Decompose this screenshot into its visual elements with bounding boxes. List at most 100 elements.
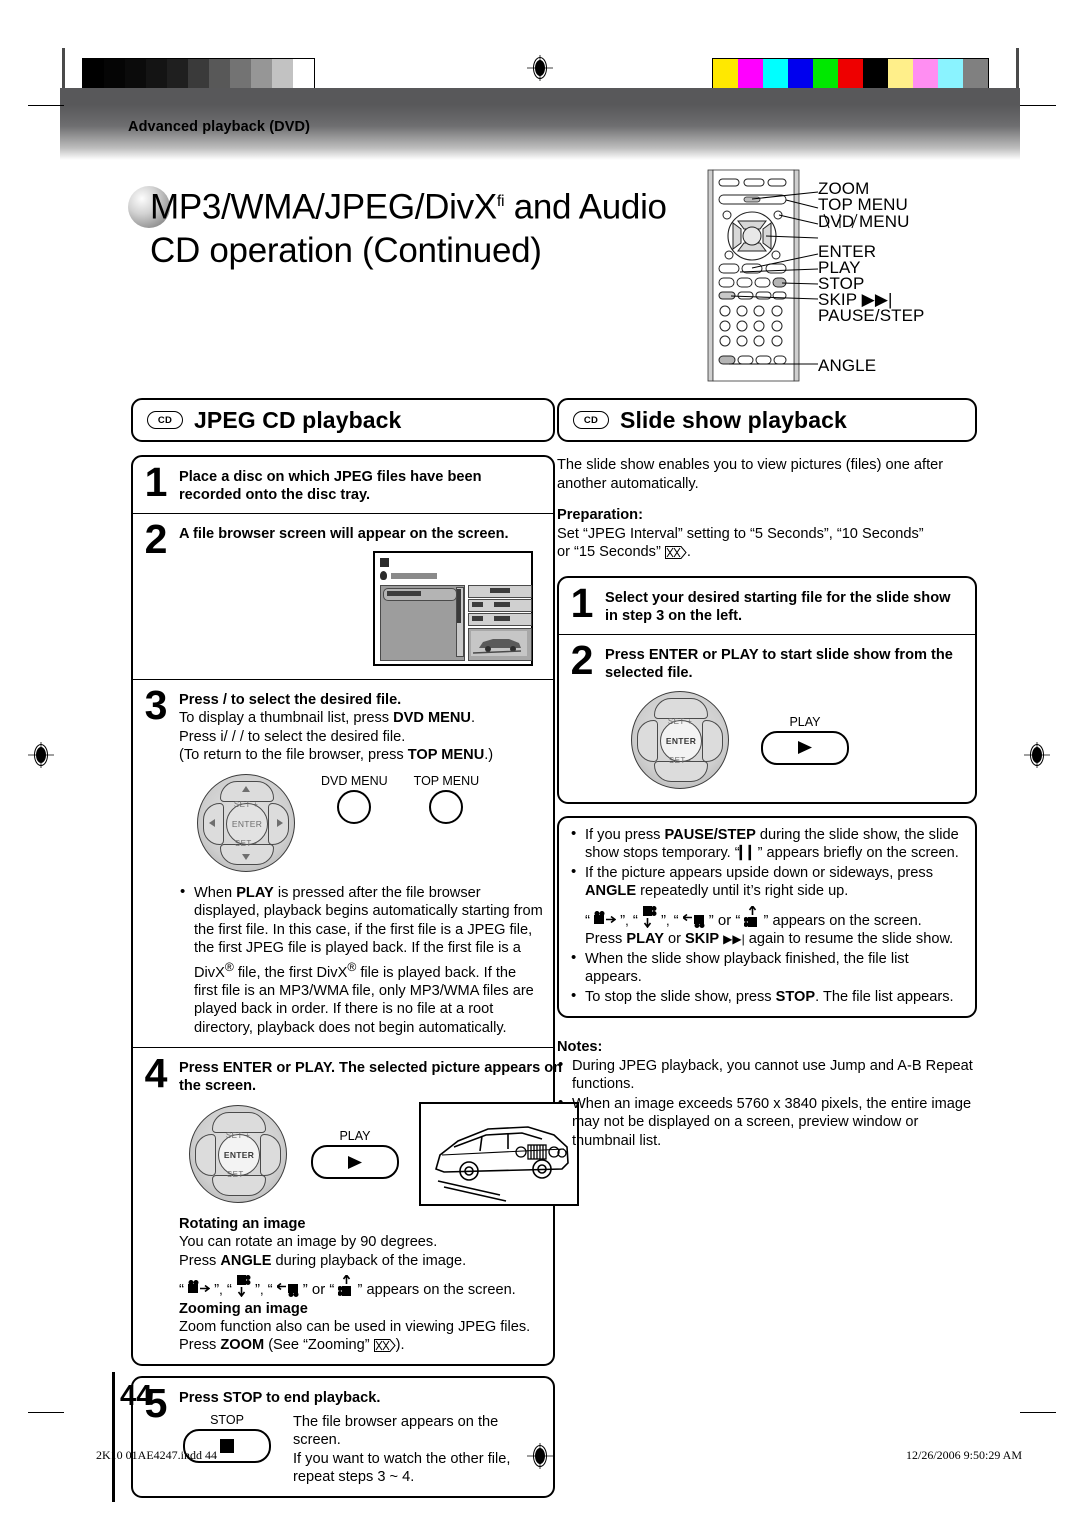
dpad-control-slide[interactable]: ENTER SET + SET - — [631, 690, 729, 789]
section-title-right: Slide show playback — [620, 406, 847, 433]
slide-step-1-text: Select your desired starting file for th… — [605, 589, 951, 624]
step-1-text: Place a disc on which JPEG files have be… — [179, 469, 482, 503]
notes-head: Notes: — [557, 1039, 603, 1055]
zooming-line-1: Zoom function also can be used in viewin… — [179, 1318, 531, 1335]
slide-step-2: 2 Press ENTER or PLAY to start slide sho… — [559, 635, 975, 802]
color-patch-1 — [738, 59, 763, 91]
step-1-number: 1 — [144, 459, 168, 505]
slide-bullet-1: If you press PAUSE/STEP during the slide… — [570, 825, 964, 863]
angle-left-icon — [276, 1283, 299, 1298]
stop-square-icon — [220, 1438, 234, 1453]
step-3: 3 Press / to select the desired file. To… — [133, 680, 553, 1049]
color-patch-0 — [713, 59, 738, 91]
dpad-control-step4[interactable]: ENTER SET + SET - — [189, 1105, 287, 1204]
footer-filename: 2K10 01AE4247.indd 44 — [96, 1448, 217, 1462]
page-ref-box-icon — [664, 546, 687, 559]
rotating-line-2: Press ANGLE during playback of the image… — [179, 1252, 467, 1269]
section-title-left: JPEG CD playback — [194, 406, 402, 433]
dpad-set-plus-label: SET + — [667, 716, 693, 726]
right-column: CD Slide show playback The slide show en… — [557, 398, 977, 1151]
section-header-slide-show-playback: CD Slide show playback — [557, 398, 977, 442]
step-2-number: 2 — [144, 516, 168, 562]
preparation-head: Preparation: — [557, 507, 643, 523]
page-ref-box-icon — [373, 1339, 396, 1353]
dvd-menu-button[interactable] — [337, 789, 372, 824]
step-3-line-3: (To return to the file browser, press TO… — [179, 747, 494, 763]
registration-mark-top — [527, 55, 553, 81]
dpad-set-minus-label: SET - — [668, 755, 692, 765]
gray-step-2 — [125, 59, 146, 91]
play-button-step4[interactable] — [311, 1145, 399, 1180]
step-5-text: Press STOP to end playback. — [179, 1389, 381, 1406]
page-number-rule — [112, 1372, 115, 1502]
slide-step-2-text: Press ENTER or PLAY to start slide show … — [605, 646, 953, 681]
note-2: When an image exceeds 5760 x 3840 pixels… — [557, 1094, 977, 1151]
remote-label-dvd-menu: DVD MENU — [818, 212, 910, 231]
steps-box-left: 1 Place a disc on which JPEG files have … — [131, 455, 579, 1366]
cd-badge-icon: CD — [147, 411, 183, 429]
grayscale-step-wedge — [82, 58, 315, 92]
dpad-control-step3[interactable]: ENTER SET + SET - — [197, 773, 295, 872]
color-patch-4 — [813, 59, 838, 91]
step-5: 5 Press STOP to end playback. STOP The f… — [133, 1378, 553, 1496]
remote-label-angle: ANGLE — [818, 356, 877, 375]
color-patch-bar — [712, 58, 989, 92]
step-4: 4 Press ENTER or PLAY. The selected pict… — [133, 1048, 579, 1364]
top-menu-button[interactable] — [429, 789, 464, 824]
page-number: 44 — [120, 1380, 153, 1412]
play-triangle-icon — [348, 1155, 362, 1169]
angle-right-icon — [594, 910, 617, 924]
slide-show-bullets-box: If you press PAUSE/STEP during the slide… — [557, 815, 977, 1018]
step-3-bullet-1: When PLAY is pressed after the file brow… — [179, 883, 543, 1038]
step-3-text: Press / to select the desired file. — [179, 692, 402, 708]
gray-step-3 — [146, 59, 167, 91]
car-photo-illustration — [419, 1102, 579, 1207]
gray-step-0 — [83, 59, 104, 91]
step-5-line-3: repeat steps 3 ~ 4. — [293, 1469, 415, 1486]
angle-up-icon — [744, 905, 758, 927]
angle-right-icon — [188, 1280, 211, 1294]
dpad-arrow-glyphs — [209, 785, 283, 860]
angle-up-icon — [338, 1275, 352, 1297]
color-patch-7 — [888, 59, 913, 91]
car-line-art — [424, 1107, 576, 1203]
gray-step-8 — [251, 59, 272, 91]
file-browser-screen-mock — [373, 551, 533, 666]
crop-line-br — [1020, 1412, 1056, 1413]
play-button-label-slide: PLAY — [789, 714, 821, 729]
gray-step-4 — [167, 59, 188, 91]
section-header-jpeg-cd-playback: CD JPEG CD playback — [131, 398, 555, 442]
gray-step-10 — [293, 59, 314, 91]
step-2: 2 A file browser screen will appear on t… — [133, 514, 553, 680]
rotating-an-image-head: Rotating an image — [179, 1216, 306, 1233]
slide-show-bullets: If you press PAUSE/STEP during the slide… — [570, 825, 964, 1007]
dpad-up-button[interactable] — [654, 697, 708, 719]
steps-box-right: 1 Select your desired starting file for … — [557, 575, 977, 804]
color-patch-10 — [963, 59, 988, 91]
left-column: CD JPEG CD playback 1 Place a disc on wh… — [131, 398, 579, 1498]
slide-show-intro: The slide show enables you to view pictu… — [557, 457, 944, 492]
play-button-label-step4: PLAY — [339, 1129, 371, 1144]
color-patch-8 — [913, 59, 938, 91]
pause-bars-icon: ▎▎ — [739, 845, 759, 860]
step-5-line-1: The file browser appears on the screen. — [293, 1413, 499, 1449]
dpad-up-button[interactable] — [212, 1112, 266, 1134]
step-4-text: Press ENTER or PLAY. The selected pictur… — [179, 1060, 563, 1095]
play-button-slide[interactable] — [761, 730, 849, 765]
step-4-number: 4 — [144, 1050, 168, 1097]
zooming-line-2: Press ZOOM (See “Zooming” ). — [179, 1337, 405, 1354]
angle-down-icon — [236, 1275, 251, 1298]
play-triangle-icon — [798, 741, 812, 754]
gray-step-1 — [104, 59, 125, 91]
slide-bullet-2: If the picture appears upside down or si… — [570, 863, 964, 949]
step-3-line-2: Press i/ / / to select the desired file. — [179, 728, 406, 745]
registration-color-bar — [0, 0, 1080, 105]
gray-step-7 — [230, 59, 251, 91]
notes-list: During JPEG playback, you cannot use Jum… — [557, 1056, 977, 1151]
dvd-menu-button-label: DVD MENU — [321, 773, 388, 788]
dpad-set-plus-label: SET + — [225, 1131, 251, 1141]
angle-icon-row-right: “ ”, “ ”, “ ” or “ ” appears on the scre… — [585, 905, 964, 931]
slide-step-1-number: 1 — [570, 579, 594, 626]
gray-step-9 — [272, 59, 293, 91]
color-patch-5 — [838, 59, 863, 91]
